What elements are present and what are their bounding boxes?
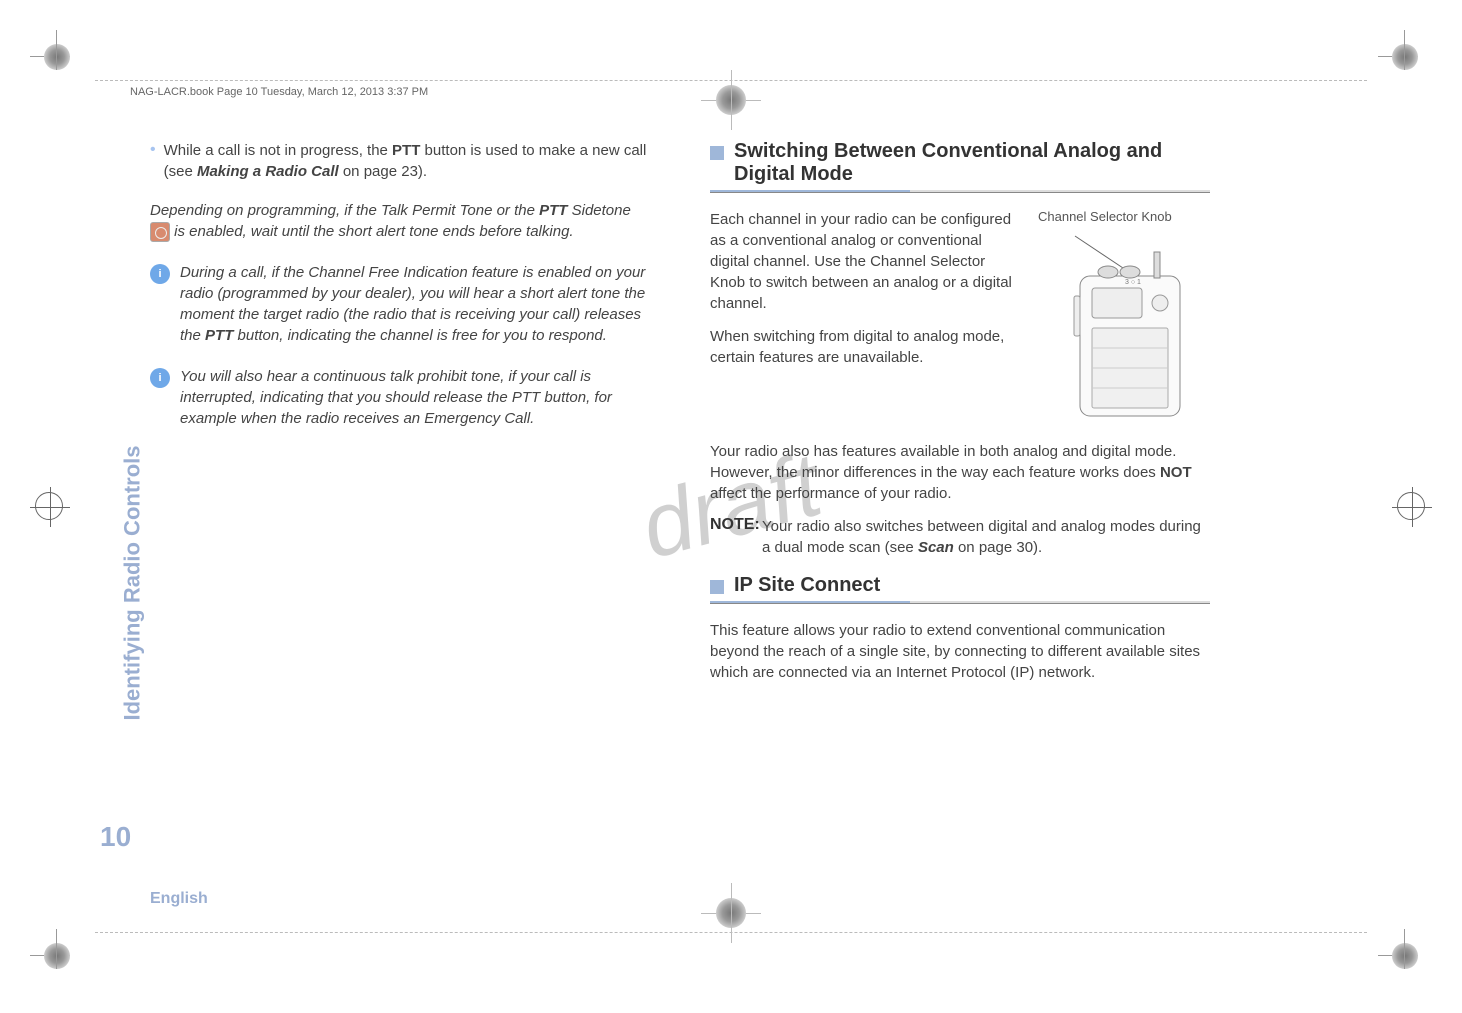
section-divider bbox=[710, 190, 1210, 193]
crop-mark-br bbox=[1378, 929, 1432, 983]
crop-mark-bl bbox=[30, 929, 84, 983]
left-column: • While a call is not in progress, the P… bbox=[150, 140, 680, 903]
para-both-modes: Your radio also has features available i… bbox=[710, 441, 1210, 504]
crop-mark-tl bbox=[30, 30, 84, 84]
note-icon: i bbox=[150, 264, 170, 284]
section-title: IP Site Connect bbox=[734, 574, 880, 597]
note-icon: i bbox=[150, 368, 170, 388]
note-text: During a call, if the Channel Free Indic… bbox=[180, 262, 650, 346]
page-number: 10 bbox=[100, 821, 131, 853]
note-body: Your radio also switches between digital… bbox=[762, 516, 1210, 558]
content-area: Identifying Radio Controls 10 English • … bbox=[150, 140, 1362, 903]
note-text: You will also hear a continuous talk pro… bbox=[180, 366, 650, 429]
radio-figure: Channel Selector Knob 3 ○ 1 bbox=[1030, 209, 1210, 433]
section-title: Switching Between Conventional Analog an… bbox=[734, 140, 1210, 186]
ptt-sidetone-icon bbox=[150, 222, 170, 242]
note-dual-mode-scan: NOTE: Your radio also switches between d… bbox=[710, 516, 1210, 558]
side-tab-label: Identifying Radio Controls bbox=[120, 446, 146, 721]
square-bullet-icon bbox=[710, 146, 724, 160]
bullet-icon: • bbox=[150, 140, 156, 182]
section-divider bbox=[710, 601, 1210, 604]
section-header-ip-site: IP Site Connect bbox=[710, 574, 1210, 597]
right-column: Switching Between Conventional Analog an… bbox=[680, 140, 1210, 903]
footer-language: English bbox=[150, 890, 208, 908]
note-label: NOTE: bbox=[710, 516, 762, 558]
para-ip-site: This feature allows your radio to extend… bbox=[710, 620, 1210, 683]
figure-caption: Channel Selector Knob bbox=[1038, 209, 1210, 224]
square-bullet-icon bbox=[710, 580, 724, 594]
radio-illustration: 3 ○ 1 bbox=[1030, 228, 1210, 428]
note-channel-free: i During a call, if the Channel Free Ind… bbox=[150, 262, 650, 346]
svg-text:3 ○ 1: 3 ○ 1 bbox=[1125, 279, 1141, 286]
note-talk-prohibit: i You will also hear a continuous talk p… bbox=[150, 366, 650, 429]
bullet-text: While a call is not in progress, the PTT… bbox=[164, 140, 650, 182]
registration-mark-left bbox=[30, 487, 70, 527]
section-header-switching: Switching Between Conventional Analog an… bbox=[710, 140, 1210, 186]
bullet-item: • While a call is not in progress, the P… bbox=[150, 140, 650, 182]
registration-mark-right bbox=[1392, 487, 1432, 527]
ptt-sidetone-para: Depending on programming, if the Talk Pe… bbox=[150, 200, 650, 242]
fold-mark-top bbox=[701, 70, 761, 130]
crop-mark-tr bbox=[1378, 30, 1432, 84]
header-book-info: NAG-LACR.book Page 10 Tuesday, March 12,… bbox=[130, 86, 428, 98]
